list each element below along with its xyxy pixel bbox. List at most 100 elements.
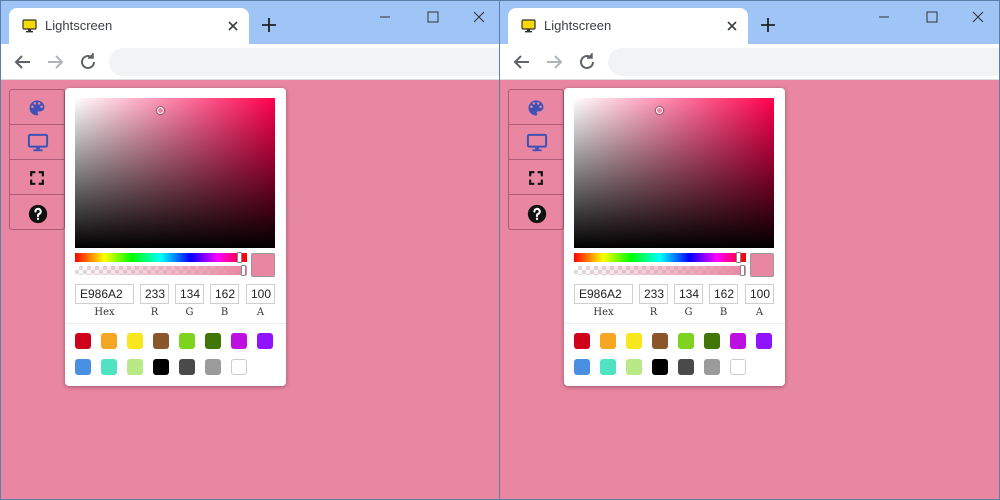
reload-icon[interactable] [575, 50, 599, 74]
color-swatch[interactable] [127, 359, 143, 375]
color-picker: E986A2 233 134 162 100 Hex R G B A [564, 88, 785, 386]
color-swatch[interactable] [231, 333, 247, 349]
hex-input[interactable]: E986A2 [574, 284, 633, 304]
alpha-slider-handle[interactable] [740, 265, 745, 276]
color-swatch[interactable] [678, 359, 694, 375]
sidebar-monitor-button[interactable] [509, 125, 563, 160]
window-close-icon[interactable] [955, 4, 999, 30]
maximize-icon[interactable] [909, 4, 955, 30]
alpha-label: A [755, 307, 764, 318]
divider [65, 323, 286, 324]
alpha-slider[interactable] [75, 265, 247, 276]
color-swatch[interactable] [574, 359, 590, 375]
color-preview [251, 253, 275, 277]
hue-slider[interactable] [75, 252, 247, 263]
page-content: E986A2 233 134 162 100 Hex R G B A [1, 80, 499, 499]
saturation-handle[interactable] [656, 107, 663, 114]
color-swatch[interactable] [678, 333, 694, 349]
browser-window-left: Lightscreen E986A2 233 134 162 100 Hex R… [0, 0, 500, 500]
address-bar[interactable] [608, 48, 999, 76]
color-swatch[interactable] [205, 333, 221, 349]
sidebar-palette-button[interactable] [509, 90, 563, 125]
sidebar-palette-button[interactable] [10, 90, 64, 125]
red-label: R [649, 307, 658, 318]
alpha-slider[interactable] [574, 265, 746, 276]
color-swatch[interactable] [153, 333, 169, 349]
color-swatch[interactable] [574, 333, 590, 349]
title-bar: Lightscreen [1, 1, 499, 44]
blue-input[interactable]: 162 [210, 284, 239, 304]
alpha-input[interactable]: 100 [246, 284, 275, 304]
blue-input[interactable]: 162 [709, 284, 738, 304]
red-input[interactable]: 233 [140, 284, 169, 304]
color-swatch[interactable] [75, 359, 91, 375]
tab-title: Lightscreen [45, 18, 113, 33]
color-swatch[interactable] [153, 359, 169, 375]
hue-slider-handle[interactable] [237, 252, 242, 263]
address-bar[interactable] [109, 48, 499, 76]
color-swatch[interactable] [652, 333, 668, 349]
saturation-handle[interactable] [157, 107, 164, 114]
saturation-panel[interactable] [75, 98, 275, 248]
alpha-slider-handle[interactable] [241, 265, 246, 276]
color-swatch[interactable] [600, 333, 616, 349]
hex-label: Hex [94, 307, 115, 318]
sidebar-fullscreen-button[interactable] [10, 160, 64, 195]
red-input[interactable]: 233 [639, 284, 668, 304]
minimize-icon[interactable] [362, 4, 408, 30]
color-preview [750, 253, 774, 277]
blue-label: B [719, 307, 728, 318]
color-swatch[interactable] [179, 333, 195, 349]
alpha-input[interactable]: 100 [745, 284, 774, 304]
color-swatch[interactable] [101, 333, 117, 349]
sidebar-help-button[interactable] [509, 195, 563, 230]
color-swatch[interactable] [730, 333, 746, 349]
back-arrow-icon[interactable] [11, 50, 35, 74]
color-swatch[interactable] [257, 333, 273, 349]
saturation-panel[interactable] [574, 98, 774, 248]
reload-icon[interactable] [76, 50, 100, 74]
close-tab-icon[interactable] [724, 18, 740, 34]
color-swatch[interactable] [179, 359, 195, 375]
color-swatch[interactable] [704, 333, 720, 349]
color-swatch[interactable] [231, 359, 247, 375]
sidebar-monitor-button[interactable] [10, 125, 64, 160]
browser-toolbar [1, 44, 499, 80]
maximize-icon[interactable] [410, 4, 456, 30]
minimize-icon[interactable] [861, 4, 907, 30]
sidebar-fullscreen-button[interactable] [509, 160, 563, 195]
color-swatch[interactable] [652, 359, 668, 375]
green-input[interactable]: 134 [175, 284, 204, 304]
sidebar-help-button[interactable] [10, 195, 64, 230]
color-swatch[interactable] [626, 333, 642, 349]
hex-label: Hex [593, 307, 614, 318]
new-tab-icon[interactable] [758, 15, 778, 35]
browser-tab[interactable]: Lightscreen [508, 8, 748, 44]
alpha-label: A [256, 307, 265, 318]
green-input[interactable]: 134 [674, 284, 703, 304]
color-swatch[interactable] [704, 359, 720, 375]
browser-tab[interactable]: Lightscreen [9, 8, 249, 44]
new-tab-icon[interactable] [259, 15, 279, 35]
green-label: G [684, 307, 693, 318]
color-swatch[interactable] [626, 359, 642, 375]
divider [564, 323, 785, 324]
window-close-icon[interactable] [456, 4, 499, 30]
color-swatch[interactable] [75, 333, 91, 349]
hue-slider[interactable] [574, 252, 746, 263]
color-swatch[interactable] [127, 333, 143, 349]
red-label: R [150, 307, 159, 318]
close-tab-icon[interactable] [225, 18, 241, 34]
color-swatch[interactable] [756, 333, 772, 349]
back-arrow-icon[interactable] [510, 50, 534, 74]
hex-input[interactable]: E986A2 [75, 284, 134, 304]
forward-arrow-icon[interactable] [542, 50, 566, 74]
color-swatch[interactable] [600, 359, 616, 375]
hue-slider-handle[interactable] [736, 252, 741, 263]
forward-arrow-icon[interactable] [43, 50, 67, 74]
color-swatch[interactable] [730, 359, 746, 375]
color-swatch[interactable] [205, 359, 221, 375]
sidebar-toolbar [9, 89, 65, 230]
color-swatch[interactable] [101, 359, 117, 375]
alpha-gradient [75, 266, 247, 275]
